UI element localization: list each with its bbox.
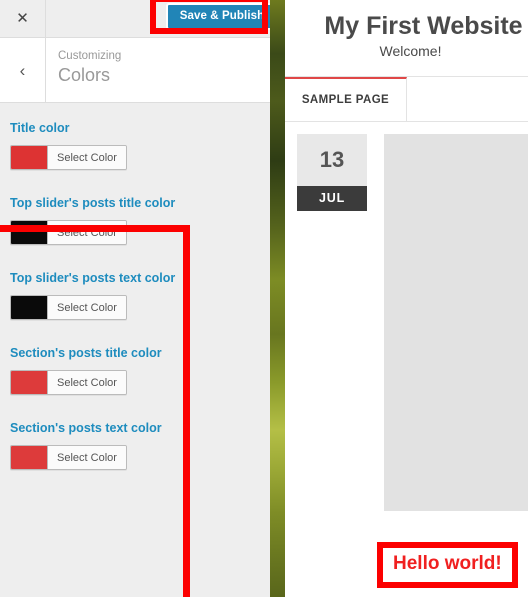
color-swatch[interactable]	[11, 446, 48, 469]
color-picker-title-color[interactable]: Select Color	[10, 145, 127, 170]
color-control-title-color: Title color Select Color	[10, 121, 270, 174]
post-title-hello-world[interactable]: Hello world!	[393, 553, 502, 575]
control-label: Section's posts title color	[10, 346, 162, 360]
save-publish-container: Save & Publish	[166, 3, 270, 30]
color-picker-sections-posts-title-color[interactable]: Select Color	[10, 370, 127, 395]
color-control-sections-posts-text-color: Section's posts text color Select Color	[10, 421, 270, 474]
nav-empty-area	[407, 77, 528, 121]
select-color-button[interactable]: Select Color	[48, 446, 126, 469]
control-label: Top slider's posts title color	[10, 196, 176, 210]
post-date-badge: 13 JUL	[297, 133, 367, 511]
background-photo-strip	[270, 0, 285, 597]
control-label: Title color	[10, 121, 70, 135]
preview-content: 13 JUL	[285, 122, 528, 511]
select-color-button[interactable]: Select Color	[48, 296, 126, 319]
color-swatch[interactable]	[11, 146, 48, 169]
color-picker-top-slider-posts-title-color[interactable]: Select Color	[10, 220, 127, 245]
close-icon[interactable]: ✕	[0, 0, 46, 37]
preview-navigation: SAMPLE PAGE	[285, 75, 528, 122]
customizing-eyebrow: Customizing	[58, 50, 122, 62]
preview-site-title: My First Website	[324, 12, 523, 40]
section-header-text: Customizing Colors	[46, 38, 270, 102]
preview-site-tagline: Welcome!	[379, 42, 442, 59]
color-control-sections-posts-title-color: Section's posts title color Select Color	[10, 346, 270, 399]
color-swatch[interactable]	[11, 221, 48, 244]
post-date-month: JUL	[297, 185, 367, 211]
color-control-top-slider-posts-title-color: Top slider's posts title color Select Co…	[10, 196, 270, 249]
color-control-top-slider-posts-text-color: Top slider's posts text color Select Col…	[10, 271, 270, 324]
annotation-box-hello-world: Hello world!	[377, 542, 518, 588]
color-picker-sections-posts-text-color[interactable]: Select Color	[10, 445, 127, 470]
customizer-section-header: ‹ Customizing Colors	[0, 38, 270, 103]
chevron-left-icon[interactable]: ‹	[0, 38, 46, 102]
control-label: Section's posts text color	[10, 421, 162, 435]
post-date-day: 13	[297, 133, 367, 186]
nav-item-sample-page[interactable]: SAMPLE PAGE	[285, 76, 407, 121]
post-content-placeholder	[384, 133, 528, 511]
color-controls-list: Title color Select Color Top slider's po…	[0, 103, 270, 474]
color-picker-top-slider-posts-text-color[interactable]: Select Color	[10, 295, 127, 320]
save-and-publish-button[interactable]: Save & Publish	[166, 3, 270, 30]
site-preview: My First Website Welcome! SAMPLE PAGE 13…	[285, 0, 528, 597]
control-label: Top slider's posts text color	[10, 271, 176, 285]
select-color-button[interactable]: Select Color	[48, 221, 126, 244]
customizer-screen: ✕ Save & Publish ‹ Customizing Colors Ti…	[0, 0, 528, 597]
color-swatch[interactable]	[11, 296, 48, 319]
panel-title: Colors	[58, 65, 111, 86]
preview-site-header: My First Website Welcome!	[285, 0, 528, 76]
customizer-panel: ✕ Save & Publish ‹ Customizing Colors Ti…	[0, 0, 270, 597]
customizer-topbar: ✕ Save & Publish	[0, 0, 270, 38]
customizer-controls-body: Title color Select Color Top slider's po…	[0, 103, 270, 597]
select-color-button[interactable]: Select Color	[48, 371, 126, 394]
select-color-button[interactable]: Select Color	[48, 146, 126, 169]
color-swatch[interactable]	[11, 371, 48, 394]
